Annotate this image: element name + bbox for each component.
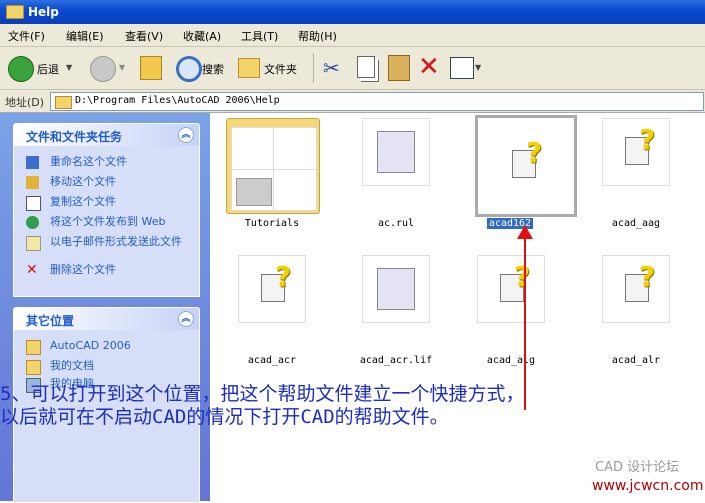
file-item-acad162[interactable]: ? acad162 [463, 115, 577, 236]
address-bar: 地址(D) D:\Program Files\AutoCAD 2006\Help [0, 90, 705, 113]
toolbar: 后退 ▼ ▼ 搜索 文件夹 ✂ ✕ ▼ [0, 47, 705, 90]
file-item-acad-aag[interactable]: ? acad_aag [588, 118, 684, 236]
file-item-acad-alg[interactable]: ? acad_alg [463, 255, 559, 373]
file-thumbnail: ? [238, 255, 306, 323]
file-item-acad-acr[interactable]: ? acad_acr [224, 255, 320, 373]
address-field[interactable]: D:\Program Files\AutoCAD 2006\Help [50, 92, 704, 111]
help-question-icon: ? [526, 136, 543, 169]
up-folder-icon[interactable] [140, 56, 162, 80]
back-arrow-icon[interactable] [8, 56, 34, 82]
menu-file[interactable]: 文件(F) [8, 28, 45, 44]
file-item-tutorials[interactable]: Tutorials [224, 118, 320, 236]
copy-file-icon [26, 196, 41, 211]
file-thumbnail: ? [477, 255, 545, 323]
file-name: acad_acr.lif [359, 355, 433, 366]
file-tasks-panel: 文件和文件夹任务 ︽ 重命名这个文件 移动这个文件 复制这个文件 将这个文件发布… [13, 123, 200, 297]
rule-file-icon [377, 131, 415, 173]
caption-line-2: 以后就可在不启动CAD的情况下打开CAD的帮助文件。 [0, 406, 449, 428]
lif-file-icon [377, 268, 415, 310]
collapse-chevron-icon[interactable]: ︽ [178, 311, 194, 327]
back-dropdown-icon[interactable]: ▼ [66, 63, 72, 72]
file-name: acad_aag [611, 218, 661, 229]
file-tasks-title: 文件和文件夹任务 [26, 130, 123, 144]
delete-icon[interactable]: ✕ [418, 52, 440, 82]
file-thumbnail [362, 118, 430, 186]
menu-view[interactable]: 查看(V) [125, 28, 163, 44]
address-path: D:\Program Files\AutoCAD 2006\Help [75, 95, 280, 106]
annotation-arrow-head-icon [517, 225, 533, 239]
title-bar: Help [0, 0, 705, 24]
search-icon[interactable] [176, 56, 202, 82]
folder-preview-grid [231, 127, 317, 211]
move-icon [26, 176, 39, 189]
folders-icon[interactable] [238, 58, 260, 78]
views-icon[interactable] [450, 57, 474, 79]
tutorial-caption: 5、可以打开到这个位置，把这个帮助文件建立一个快捷方式， 以后就可在不启动CAD… [0, 383, 705, 429]
web-publish-icon [26, 216, 39, 229]
file-thumbnail: ? [602, 118, 670, 186]
email-icon [26, 236, 41, 251]
help-question-icon: ? [639, 123, 656, 156]
rename-icon [26, 156, 39, 169]
menu-help[interactable]: 帮助(H) [298, 28, 337, 44]
file-item-acad-acr-lif[interactable]: acad_acr.lif [348, 255, 444, 373]
watermark-text: CAD 设计论坛 [595, 460, 680, 475]
back-button[interactable]: 后退 [37, 61, 59, 77]
task-email[interactable]: 以电子邮件形式发送此文件 [26, 236, 196, 262]
other-places-title: 其它位置 [26, 314, 75, 328]
file-name: ac.rul [377, 218, 415, 229]
file-item-acad-alr[interactable]: ? acad_alr [588, 255, 684, 373]
task-pane: 文件和文件夹任务 ︽ 重命名这个文件 移动这个文件 复制这个文件 将这个文件发布… [0, 113, 210, 503]
file-thumbnail-selected: ? [475, 115, 577, 217]
copy-icon[interactable] [357, 56, 375, 78]
menu-tools[interactable]: 工具(T) [241, 28, 278, 44]
address-label: 地址(D) [5, 96, 45, 109]
file-list-view: Tutorials ac.rul ? acad162 ? acad_aag ? … [210, 113, 705, 501]
collapse-chevron-icon[interactable]: ︽ [178, 127, 194, 143]
help-question-icon: ? [639, 260, 656, 293]
watermark-url: www.jcwcn.com [592, 478, 704, 494]
help-question-icon: ? [514, 260, 531, 293]
preview-image [236, 178, 272, 206]
file-tasks-header[interactable]: 文件和文件夹任务 ︽ [14, 124, 199, 146]
preview-divider [232, 169, 316, 170]
file-thumbnail [362, 255, 430, 323]
folder-icon [26, 340, 41, 355]
menu-bar: 文件(F) 编辑(E) 查看(V) 收藏(A) 工具(T) 帮助(H) [0, 24, 705, 47]
toolbar-separator [313, 53, 314, 83]
delete-icon: ✕ [26, 262, 38, 278]
forward-dropdown-icon: ▼ [119, 63, 126, 72]
search-button[interactable]: 搜索 [202, 61, 224, 77]
my-documents-icon [26, 360, 41, 375]
folder-icon [55, 96, 72, 109]
file-name: acad_alg [486, 355, 536, 366]
folders-button[interactable]: 文件夹 [264, 61, 297, 77]
folder-thumbnail-icon [226, 118, 320, 214]
file-name: acad_acr [247, 355, 297, 366]
other-places-header[interactable]: 其它位置 ︽ [14, 308, 199, 330]
menu-favorites[interactable]: 收藏(A) [183, 28, 221, 44]
file-name: acad_alr [611, 355, 661, 366]
caption-line-1: 5、可以打开到这个位置，把这个帮助文件建立一个快捷方式， [0, 383, 525, 405]
forward-arrow-icon[interactable] [90, 56, 116, 82]
views-dropdown-icon[interactable]: ▼ [475, 63, 481, 72]
cut-icon[interactable]: ✂ [323, 56, 340, 80]
file-item-ac-rul[interactable]: ac.rul [348, 118, 444, 236]
help-question-icon: ? [275, 260, 292, 293]
window-title: Help [28, 5, 59, 19]
folder-icon [6, 5, 24, 19]
file-name: Tutorials [244, 218, 300, 229]
file-thumbnail: ? [602, 255, 670, 323]
paste-icon[interactable] [388, 55, 410, 81]
menu-edit[interactable]: 编辑(E) [66, 28, 104, 44]
